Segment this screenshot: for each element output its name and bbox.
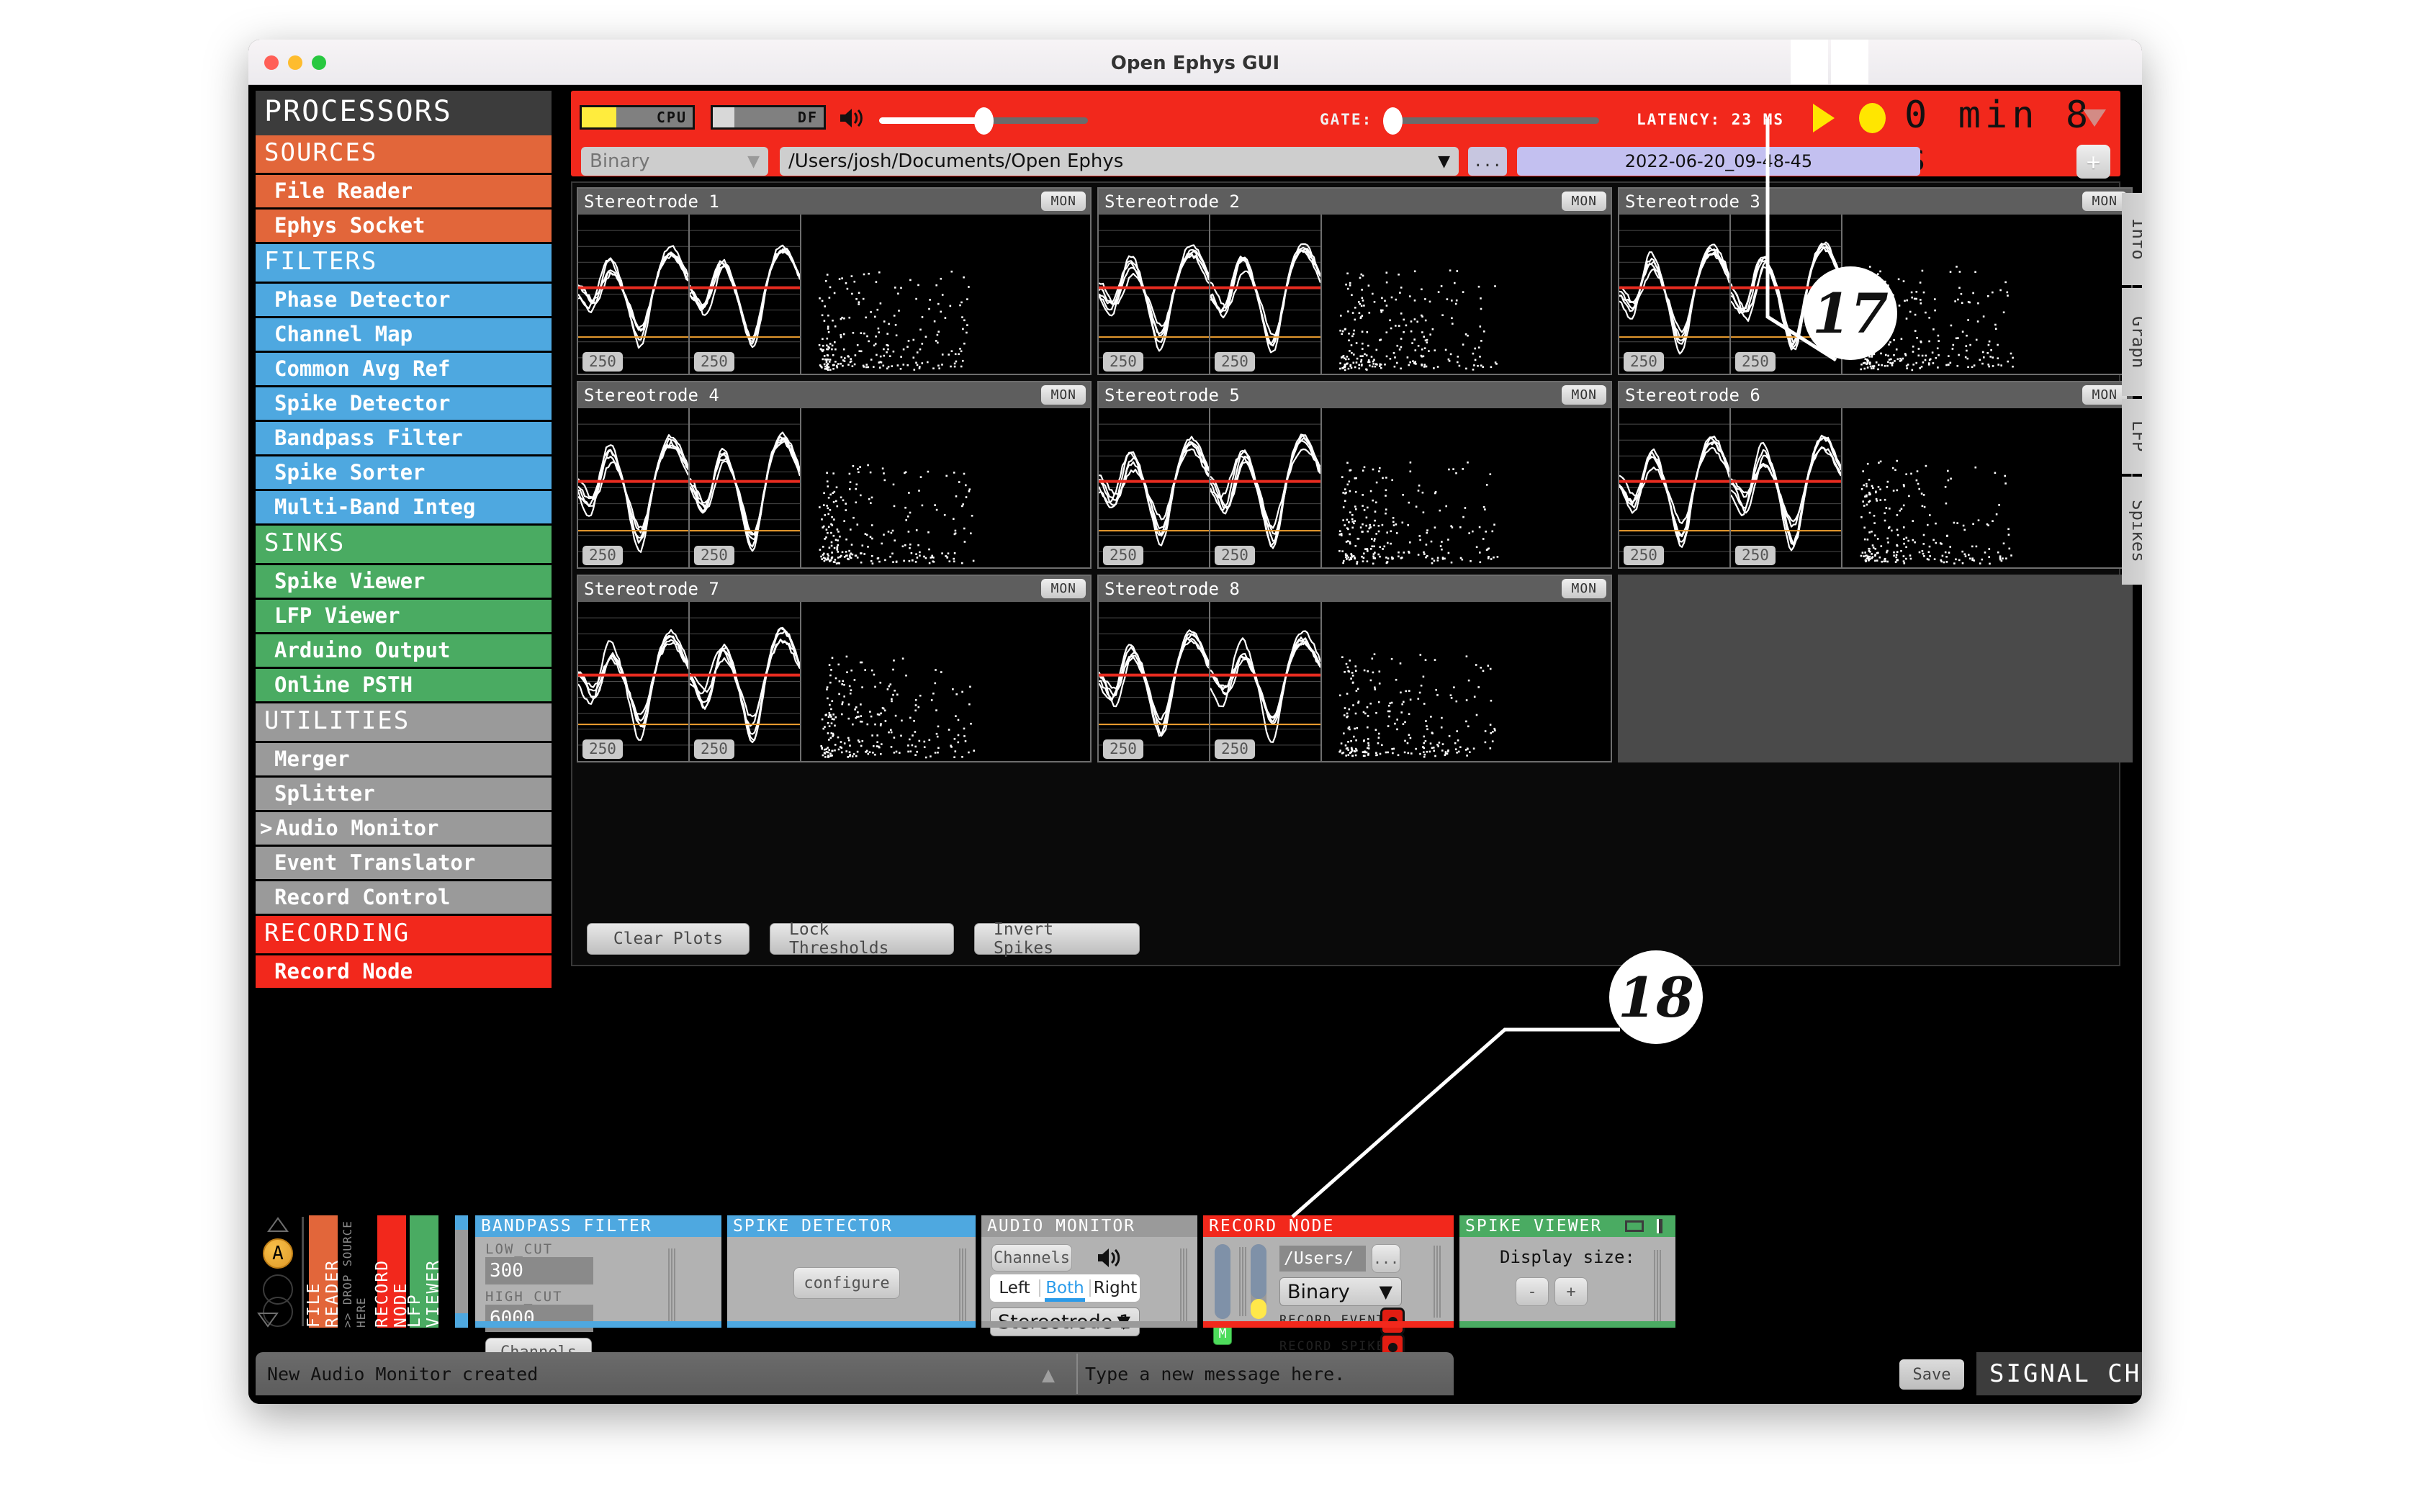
callout-leaders [1291,119,1837,1218]
callout-18: 18 [1609,950,1703,1044]
screenshot-root: Open Ephys GUI PROCESSORS SOURCES File Re… [0,0,2430,1512]
callout-17: 17 [1804,266,1897,360]
